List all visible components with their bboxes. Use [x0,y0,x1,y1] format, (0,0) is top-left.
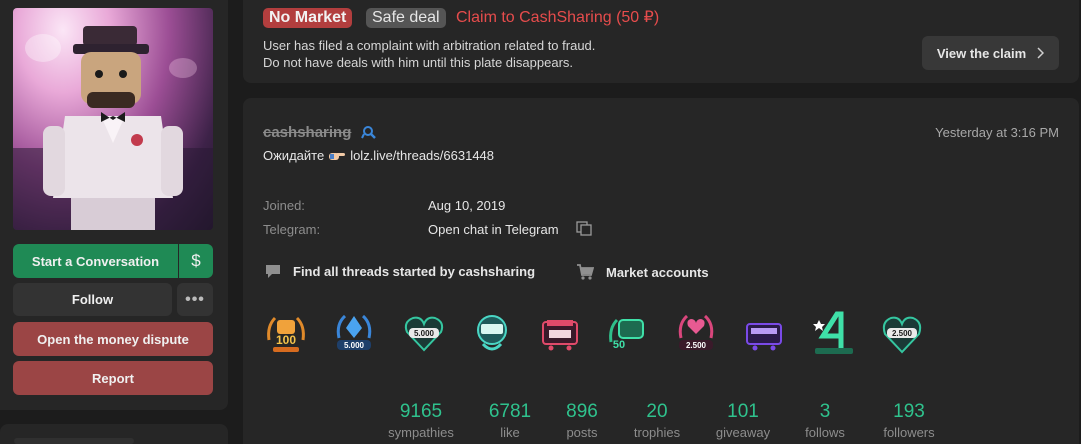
open-money-dispute-button[interactable]: Open the money dispute [13,322,213,356]
market-accounts-label: Market accounts [606,264,709,280]
avatar-image [13,26,213,230]
send-money-button[interactable]: $ [179,244,213,278]
follow-button[interactable]: Follow [13,283,172,316]
svg-text:2.500: 2.500 [892,329,913,338]
report-button[interactable]: Report [13,361,213,395]
telegram-label: Telegram: [263,222,321,237]
status-text: Ожидайте [263,148,325,163]
status-message: Ожидайте lolz.live/threads/6631448 [263,148,494,163]
trophy-showcase: 100 5.000 5.000 50 2.500 2.500 [263,310,943,360]
2500-likes-pink-trophy-icon[interactable]: 2.500 [673,310,719,356]
stat-caption: giveaway [715,425,771,440]
svg-text:5.000: 5.000 [414,329,435,338]
no-market-badge: No Market [263,8,353,28]
stat-caption: followers [883,425,935,440]
stat-giveaway[interactable]: 101 giveaway [698,401,788,440]
stat-caption: follows [805,425,845,440]
telegram-link[interactable]: Open chat in Telegram [428,222,559,237]
svg-text:100: 100 [276,333,296,347]
avatar[interactable] [13,8,213,230]
safe-deal-badge: Safe deal [366,8,446,28]
profile-sidebar: Start a Conversation $ Follow ••• Open t… [0,0,228,410]
svg-text:2.500: 2.500 [686,341,707,350]
start-conversation-button[interactable]: Start a Conversation [13,244,178,278]
stat-value: 3 [819,401,831,422]
4-years-trophy-icon[interactable] [811,310,857,356]
claim-notice: No Market Safe deal Claim to CashSharing… [243,0,1079,83]
status-link[interactable]: lolz.live/threads/6631448 [350,148,494,163]
stat-value: 101 [727,401,759,422]
stat-followers[interactable]: 193 followers [864,401,954,440]
50-giveaways-trophy-icon[interactable]: 50 [605,310,651,356]
2500-likes-green-trophy-icon[interactable]: 2.500 [879,310,925,356]
profile-card: cashsharing Yesterday at 3:16 PM Ожидайт… [243,98,1079,444]
pointing-hand-icon [329,152,346,160]
stat-value: 9165 [399,401,443,422]
500-sales-trophy-icon[interactable] [741,310,787,356]
stat-sympathies[interactable]: 9165 sympathies [376,401,466,440]
market-accounts-link[interactable]: Market accounts [576,264,709,280]
5000-likes-heart-trophy-icon[interactable]: 5.000 [401,310,447,356]
chevron-right-icon [1037,47,1045,59]
find-threads-link[interactable]: Find all threads started by cashsharing [265,264,535,279]
svg-text:5.000: 5.000 [344,341,365,350]
stat-value: 193 [893,401,925,422]
stat-follows[interactable]: 3 follows [780,401,870,440]
sidebar-secondary-title [14,438,134,444]
joined-value: Aug 10, 2019 [428,198,506,213]
stat-value: 20 [646,401,668,422]
find-threads-label: Find all threads started by cashsharing [293,264,536,279]
shopping-cart-icon [577,264,594,280]
100-giveaways-trophy-icon[interactable]: 100 [263,310,309,356]
claim-title[interactable]: Claim to CashSharing (50 ₽) [456,8,659,28]
username[interactable]: cashsharing [263,124,351,141]
sympathy-trophy-icon[interactable] [469,310,515,356]
post-timestamp[interactable]: Yesterday at 3:16 PM [935,125,1059,140]
notice-line-2: Do not have deals with him until this pl… [263,55,574,70]
view-claim-label: View the claim [936,45,1027,61]
verified-badge-icon [361,126,376,139]
stat-trophies[interactable]: 20 trophies [612,401,702,440]
sidebar-secondary-block [0,424,228,444]
stat-caption: trophies [633,425,681,440]
view-claim-button[interactable]: View the claim [922,36,1059,70]
svg-text:50: 50 [613,339,625,351]
5000-likes-blue-trophy-icon[interactable]: 5.000 [331,310,377,356]
notice-line-1: User has filed a complaint with arbitrat… [263,38,596,53]
stat-caption: sympathies [388,425,454,440]
2500-sales-trophy-icon[interactable] [537,310,583,356]
chat-bubble-icon [266,265,280,278]
copy-icon[interactable] [576,221,592,236]
more-options-button[interactable]: ••• [177,283,213,316]
joined-label: Joined: [263,198,305,213]
